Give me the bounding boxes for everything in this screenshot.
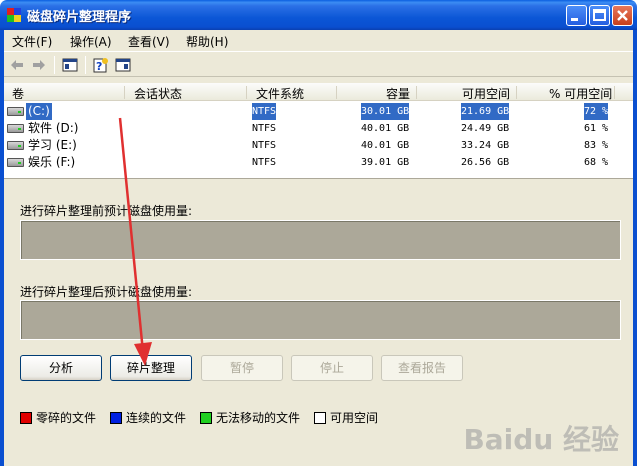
volume-row-d[interactable]: 软件 (D:) NTFS 40.01 GB 24.49 GB 61 %	[4, 120, 633, 137]
volume-free: 33.24 GB	[461, 140, 510, 151]
volume-fs: NTFS	[252, 123, 277, 134]
help-icon[interactable]: ?	[92, 56, 110, 74]
volume-row-e[interactable]: 学习 (E:) NTFS 40.01 GB 33.24 GB 83 %	[4, 137, 633, 154]
svg-text:?: ?	[96, 60, 102, 73]
volume-fs: NTFS	[252, 157, 277, 168]
before-usage-display	[20, 220, 621, 260]
volume-name: 软件 (D:)	[28, 121, 79, 135]
volume-capacity: 39.01 GB	[361, 157, 410, 168]
volume-percent: 72 %	[584, 103, 609, 120]
window-frame-right	[633, 30, 637, 466]
volume-free: 26.56 GB	[461, 157, 510, 168]
column-file-system[interactable]: 文件系统	[256, 85, 304, 102]
legend-label-free-space: 可用空间	[330, 411, 379, 425]
after-usage-display	[20, 300, 621, 340]
minimize-button[interactable]	[566, 5, 587, 26]
volume-name: 娱乐 (F:)	[28, 155, 76, 169]
volume-name: 学习 (E:)	[28, 138, 77, 152]
column-capacity[interactable]: 容量	[386, 85, 410, 102]
volume-capacity: 30.01 GB	[361, 103, 410, 120]
properties-icon[interactable]	[61, 56, 79, 74]
hard-drive-icon	[7, 158, 24, 167]
column-free-space[interactable]: 可用空间	[462, 85, 510, 102]
legend-label-fragmented: 零碎的文件	[36, 411, 97, 425]
defrag-app-icon	[6, 7, 22, 23]
volume-row-c[interactable]: (C:) NTFS 30.01 GB 21.69 GB 72 %	[4, 103, 633, 120]
menu-action[interactable]: 操作(A)	[70, 33, 112, 50]
legend-label-unmovable: 无法移动的文件	[216, 411, 301, 425]
volume-percent: 83 %	[584, 140, 609, 151]
toolbar-separator	[85, 56, 86, 74]
legend-swatch-free-space	[314, 412, 326, 424]
hard-drive-icon	[7, 141, 24, 150]
hard-drive-icon	[7, 124, 24, 133]
hard-drive-icon	[7, 107, 24, 116]
toolbar: ?	[4, 53, 633, 77]
after-usage-label: 进行碎片整理后预计磁盘使用量:	[20, 285, 193, 299]
pause-button[interactable]: 暂停	[201, 355, 283, 381]
view-icon[interactable]	[114, 56, 132, 74]
stop-button[interactable]: 停止	[291, 355, 373, 381]
menu-help[interactable]: 帮助(H)	[186, 33, 228, 50]
volume-row-f[interactable]: 娱乐 (F:) NTFS 39.01 GB 26.56 GB 68 %	[4, 154, 633, 171]
view-report-button[interactable]: 查看报告	[381, 355, 463, 381]
legend-swatch-fragmented	[20, 412, 32, 424]
volume-fs: NTFS	[252, 103, 277, 120]
before-usage-label: 进行碎片整理前预计磁盘使用量:	[20, 204, 193, 218]
volume-free: 24.49 GB	[461, 123, 510, 134]
back-arrow-icon[interactable]	[8, 56, 26, 74]
forward-arrow-icon[interactable]	[30, 56, 48, 74]
volume-list: 卷 会话状态 文件系统 容量 可用空间 % 可用空间 (C:) NTFS 30.…	[4, 83, 633, 179]
close-button[interactable]	[612, 5, 633, 26]
legend-swatch-unmovable	[200, 412, 212, 424]
menu-bar: 文件(F) 操作(A) 查看(V) 帮助(H)	[4, 30, 633, 52]
column-percent-free[interactable]: % 可用空间	[549, 85, 612, 102]
baidu-watermark: Baidu 经验	[463, 423, 619, 456]
volume-list-header: 卷 会话状态 文件系统 容量 可用空间 % 可用空间	[4, 83, 633, 101]
defragment-button[interactable]: 碎片整理	[110, 355, 192, 381]
toolbar-separator	[54, 56, 55, 74]
legend-label-contiguous: 连续的文件	[126, 411, 187, 425]
title-bar[interactable]: 磁盘碎片整理程序	[0, 0, 637, 30]
window-client-area: 文件(F) 操作(A) 查看(V) 帮助(H) ? 卷 会话状态 文件系统 容量…	[4, 30, 633, 466]
volume-capacity: 40.01 GB	[361, 123, 410, 134]
window-title: 磁盘碎片整理程序	[27, 10, 132, 25]
analyze-button[interactable]: 分析	[20, 355, 102, 381]
volume-percent: 68 %	[584, 157, 609, 168]
menu-view[interactable]: 查看(V)	[128, 33, 170, 50]
maximize-button[interactable]	[589, 5, 610, 26]
legend-swatch-contiguous	[110, 412, 122, 424]
column-session-status[interactable]: 会话状态	[134, 85, 182, 102]
column-volume[interactable]: 卷	[12, 85, 24, 102]
volume-capacity: 40.01 GB	[361, 140, 410, 151]
volume-free: 21.69 GB	[461, 103, 510, 120]
volume-name: (C:)	[26, 103, 52, 120]
volume-percent: 61 %	[584, 123, 609, 134]
volume-fs: NTFS	[252, 140, 277, 151]
menu-file[interactable]: 文件(F)	[12, 33, 52, 50]
